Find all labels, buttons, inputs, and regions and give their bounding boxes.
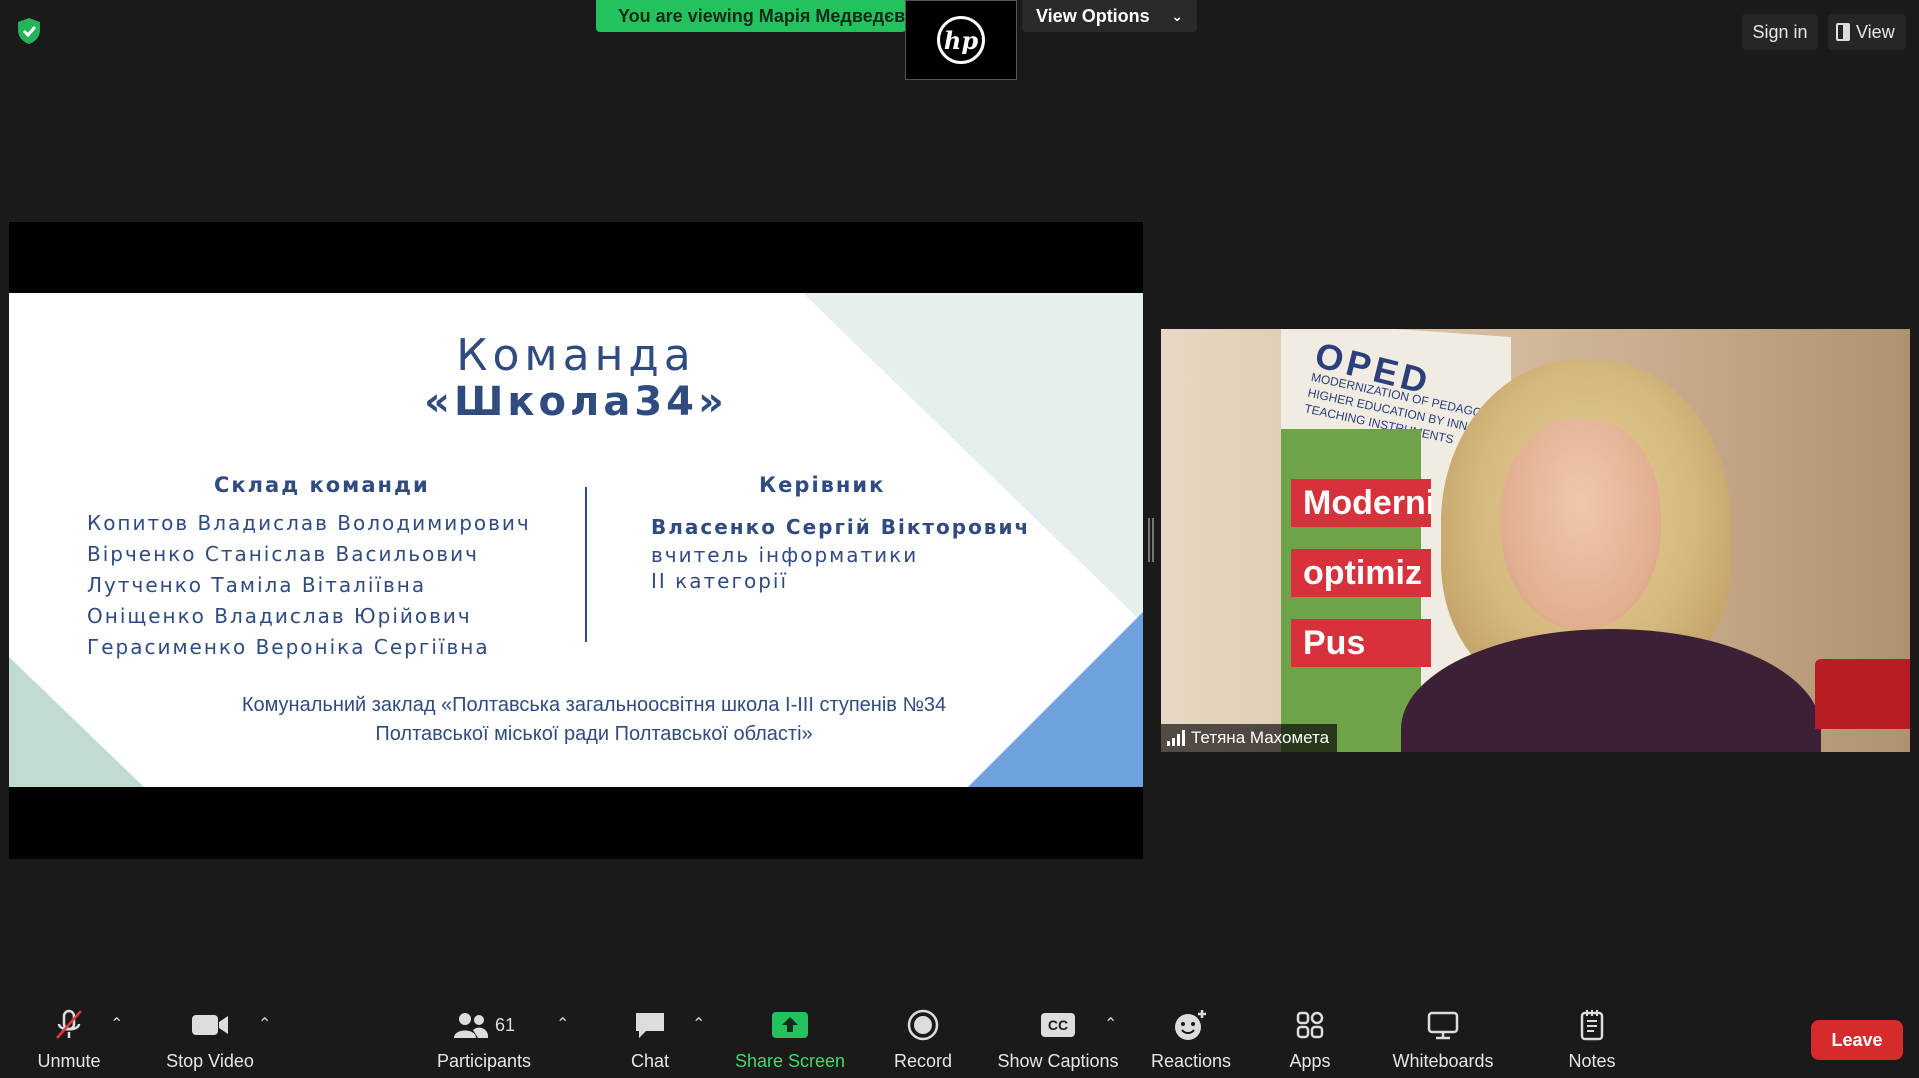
leader-heading: Керівник <box>759 473 886 497</box>
chat-bubble-icon <box>620 1005 680 1045</box>
institution-line-2: Полтавської міської ради Полтавської обл… <box>375 723 813 745</box>
slide-title: Команда <box>456 330 696 381</box>
view-button[interactable]: View <box>1828 14 1906 50</box>
chat-label: Chat <box>630 1051 670 1071</box>
team-member: Копитов Владислав Володимирович <box>87 511 531 535</box>
institution-text: Комунальний заклад «Полтавська загальноо… <box>9 691 1143 749</box>
show-captions-label: Show Captions <box>997 1051 1119 1071</box>
shield-check-icon[interactable] <box>14 16 44 46</box>
participant-face <box>1501 419 1661 629</box>
participants-count: 61 <box>494 1014 516 1035</box>
team-member: Лутченко Таміла Віталіївна <box>87 573 427 597</box>
notes-icon <box>1562 1005 1622 1045</box>
meeting-toolbar: Unmute ⌃ Stop Video ⌃ 61 Participants ⌃ … <box>0 1000 1919 1078</box>
reactions-button[interactable]: Reactions <box>1148 1000 1234 1078</box>
video-options-chevron-icon[interactable]: ⌃ <box>258 1014 271 1034</box>
participants-button[interactable]: 61 Participants <box>434 1000 534 1078</box>
desk-object <box>1815 659 1910 729</box>
video-camera-icon <box>180 1005 240 1045</box>
leave-button[interactable]: Leave <box>1811 1020 1903 1060</box>
team-member: Оніщенко Владислав Юрійович <box>87 604 472 628</box>
column-divider <box>585 487 587 642</box>
banner-word: optimiz <box>1291 549 1431 597</box>
participants-icon: 61 <box>444 1005 524 1045</box>
stop-video-button[interactable]: Stop Video <box>160 1000 260 1078</box>
participants-options-chevron-icon[interactable]: ⌃ <box>556 1014 569 1034</box>
chevron-down-icon: ⌄ <box>1171 8 1183 24</box>
apps-button[interactable]: Apps <box>1280 1000 1340 1078</box>
leader-name: Власенко Сергій Вікторович <box>651 515 1031 539</box>
notes-button[interactable]: Notes <box>1562 1000 1622 1078</box>
team-member: Вірченко Станіслав Васильович <box>87 542 479 566</box>
shared-screen[interactable]: Команда «Школа34» Склад команди Керівник… <box>9 222 1143 859</box>
institution-line-1: Комунальний заклад «Полтавська загальноо… <box>241 694 947 716</box>
whiteboards-label: Whiteboards <box>1392 1051 1494 1071</box>
zoom-meeting-window: You are viewing Марія Медведєва's screen… <box>0 0 1919 1078</box>
signal-strength-icon <box>1167 730 1185 746</box>
captions-options-chevron-icon[interactable]: ⌃ <box>1104 1014 1117 1034</box>
banner-word: Moderniz <box>1291 479 1431 527</box>
viewing-banner: You are viewing Марія Медведєва's screen <box>596 0 906 32</box>
unmute-label: Unmute <box>37 1051 101 1071</box>
sharer-video-thumbnail[interactable]: hp <box>905 0 1017 80</box>
microphone-muted-icon <box>39 1005 99 1045</box>
hp-logo: hp <box>937 16 985 64</box>
audio-options-chevron-icon[interactable]: ⌃ <box>110 1014 123 1034</box>
show-captions-button[interactable]: CC Show Captions <box>996 1000 1120 1078</box>
leader-category: ІІ категорії <box>651 569 788 593</box>
sign-in-button[interactable]: Sign in <box>1742 14 1818 50</box>
notes-label: Notes <box>1568 1051 1616 1071</box>
closed-captions-icon: CC <box>1028 1005 1088 1045</box>
record-icon <box>893 1005 953 1045</box>
share-screen-button[interactable]: Share Screen <box>730 1000 850 1078</box>
whiteboard-icon <box>1413 1005 1473 1045</box>
share-screen-icon <box>760 1005 820 1045</box>
share-screen-label: Share Screen <box>734 1051 846 1071</box>
team-member: Герасименко Вероніка Сергіївна <box>87 635 490 659</box>
apps-icon <box>1280 1005 1340 1045</box>
view-options-button[interactable]: View Options ⌄ <box>1022 0 1197 32</box>
participant-name-tag: Тетяна Махомета <box>1161 724 1338 752</box>
chat-options-chevron-icon[interactable]: ⌃ <box>692 1014 705 1034</box>
layout-icon <box>1836 23 1850 41</box>
chat-button[interactable]: Chat <box>620 1000 680 1078</box>
team-heading: Склад команди <box>214 473 430 497</box>
leader-role: вчитель інформатики <box>651 543 919 567</box>
team-members-list: Копитов Владислав Володимирович Вірченко… <box>87 508 531 663</box>
view-options-label: View Options <box>1036 6 1150 26</box>
slide-subtitle: «Школа34» <box>424 379 728 425</box>
record-button[interactable]: Record <box>880 1000 966 1078</box>
cc-badge: CC <box>1040 1013 1076 1037</box>
presentation-slide: Команда «Школа34» Склад команди Керівник… <box>9 293 1143 787</box>
participant-video-tile[interactable]: OPED MODERNIZATION OF PEDAGOGICAL HIGHER… <box>1161 329 1910 752</box>
smiley-plus-icon <box>1161 1005 1221 1045</box>
whiteboards-button[interactable]: Whiteboards <box>1386 1000 1500 1078</box>
stop-video-label: Stop Video <box>166 1051 254 1071</box>
unmute-button[interactable]: Unmute <box>30 1000 108 1078</box>
participants-label: Participants <box>436 1051 532 1071</box>
banner-word: Pus <box>1291 619 1431 667</box>
view-label: View <box>1856 22 1895 42</box>
reactions-label: Reactions <box>1150 1051 1232 1071</box>
participant-name: Тетяна Махомета <box>1191 728 1330 747</box>
leader-block: Власенко Сергій Вікторович вчитель інфор… <box>651 512 1030 594</box>
record-label: Record <box>893 1051 953 1071</box>
apps-label: Apps <box>1289 1051 1331 1071</box>
split-resize-handle[interactable] <box>1148 518 1154 562</box>
